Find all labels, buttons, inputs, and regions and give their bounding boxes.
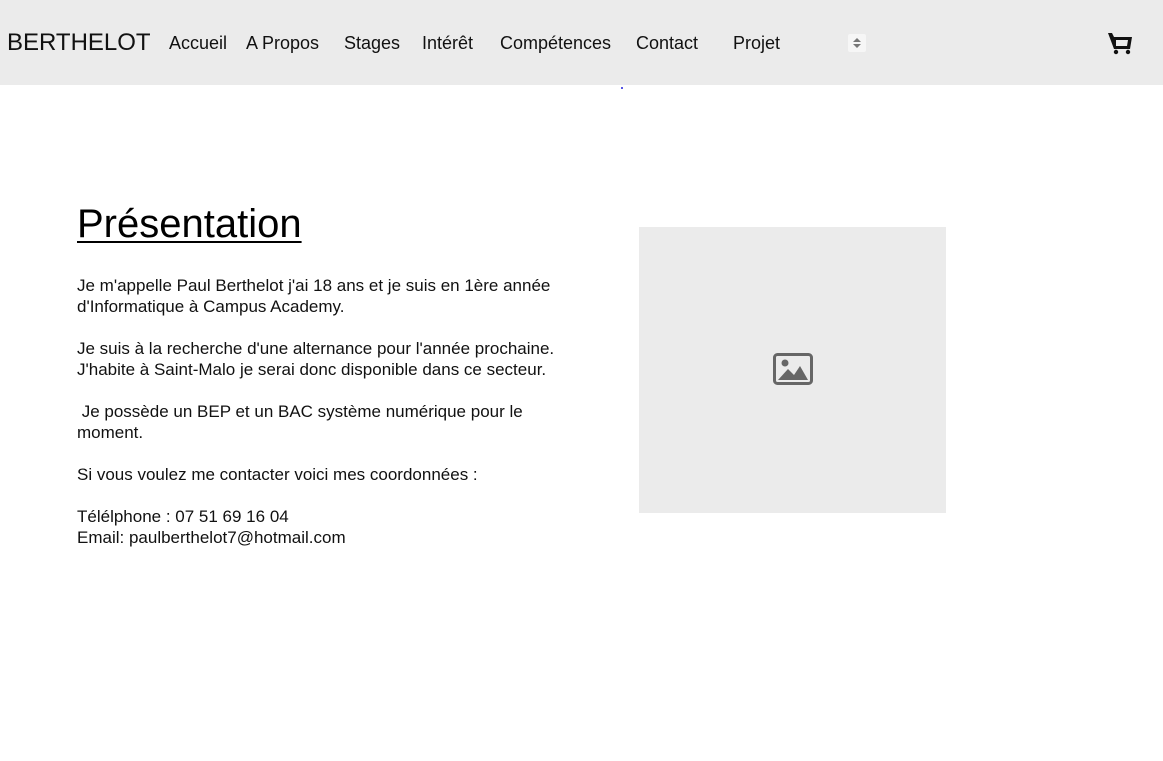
bio-line: Je m'appelle Paul Berthelot j'ai 18 ans … <box>77 276 551 295</box>
page-title: Présentation <box>77 202 302 246</box>
contact-phone: Télélphone : 07 51 69 16 04 <box>77 507 289 526</box>
bio-line: Je possède un BEP et un BAC système numé… <box>77 402 523 421</box>
nav-item-stages[interactable]: Stages <box>344 33 400 53</box>
nav-item-projet[interactable]: Projet <box>733 33 780 53</box>
bio-line: d'Informatique à Campus Academy. <box>77 297 345 316</box>
nav-item-competences[interactable]: Compétences <box>500 33 611 53</box>
nav-item-accueil[interactable]: Accueil <box>169 33 227 53</box>
bio-line: moment. <box>77 423 144 442</box>
bio-line: Je suis à la recherche d'une alternance … <box>77 339 555 358</box>
shopping-cart-icon[interactable] <box>1107 30 1133 56</box>
image-placeholder-icon <box>773 353 813 385</box>
contact-email[interactable]: Email: paulberthelot7@hotmail.com <box>77 527 597 548</box>
nav-item-contact[interactable]: Contact <box>636 33 698 53</box>
profile-image-placeholder <box>639 227 946 513</box>
presentation-text: Je m'appelle Paul Berthelot j'ai 18 ans … <box>77 275 597 548</box>
site-header: BERTHELOT Accueil A Propos Stages Intérê… <box>0 0 1163 85</box>
decorative-dot <box>621 87 623 89</box>
sort-arrows-icon[interactable] <box>848 34 866 52</box>
nav-item-interet[interactable]: Intérêt <box>422 33 473 53</box>
bio-line: Si vous voulez me contacter voici mes co… <box>77 465 478 484</box>
brand-logo-text[interactable]: BERTHELOT <box>7 29 151 57</box>
bio-line: J'habite à Saint-Malo je serai donc disp… <box>77 360 547 379</box>
nav-item-a-propos[interactable]: A Propos <box>246 33 319 53</box>
